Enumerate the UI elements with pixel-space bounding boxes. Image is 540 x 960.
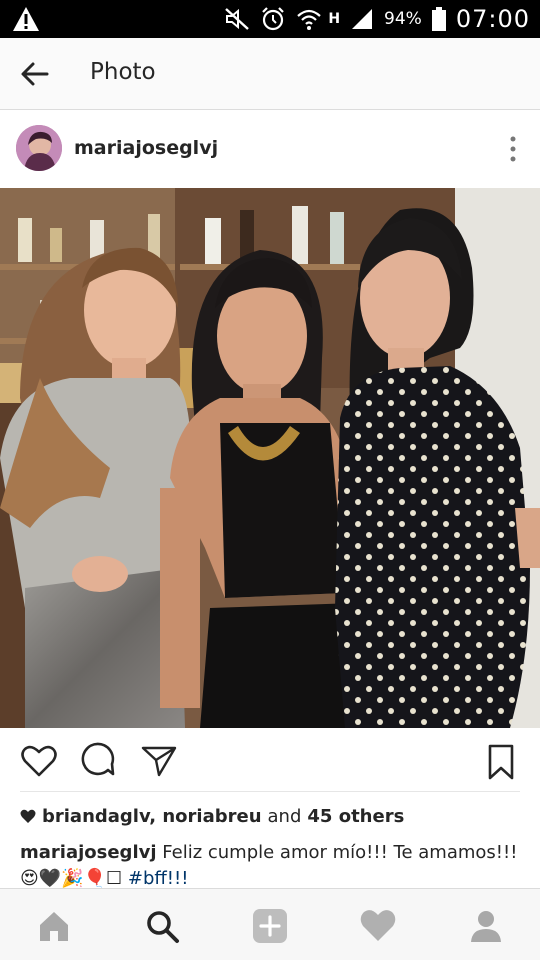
caption: mariajoseglvj Feliz cumple amor mío!!! T…: [20, 840, 525, 892]
battery-percent: 94%: [384, 9, 422, 29]
actions-divider: [20, 791, 520, 792]
alarm-icon: [262, 7, 285, 31]
caption-text: Feliz cumple amor mío!!! Te amamos!!!: [162, 842, 518, 863]
post-username[interactable]: mariajoseglvj: [74, 137, 218, 159]
status-clock: 07:00: [455, 5, 530, 33]
page-title: Photo: [90, 59, 156, 85]
heart-icon[interactable]: [19, 742, 59, 782]
wifi-icon: [297, 9, 322, 30]
comment-icon[interactable]: [79, 742, 119, 782]
caption-emojis: 😍🖤🎉🎈☐: [20, 868, 123, 889]
arrow-left-icon[interactable]: [18, 58, 52, 90]
vertical-dots-icon[interactable]: [506, 135, 520, 163]
profile-icon[interactable]: [466, 906, 506, 946]
home-icon[interactable]: [34, 906, 74, 946]
post-photo[interactable]: [0, 188, 540, 728]
likes-summary[interactable]: briandaglv, noriabreu and 45 others: [20, 806, 404, 827]
activity-heart-icon[interactable]: [358, 906, 398, 946]
battery-icon: [431, 7, 446, 31]
warning-icon: [13, 7, 39, 31]
avatar[interactable]: [16, 125, 62, 171]
post-header: mariajoseglvj: [0, 111, 540, 187]
app-bar: Photo: [0, 38, 540, 110]
network-type-label: H: [328, 11, 341, 27]
small-heart-icon: [20, 809, 36, 823]
post-actions: [0, 730, 540, 790]
status-bar: H 94% 07:00: [0, 0, 540, 38]
add-icon[interactable]: [250, 906, 290, 946]
bookmark-icon[interactable]: [481, 742, 521, 782]
mute-icon: [225, 8, 250, 30]
search-icon[interactable]: [142, 906, 182, 946]
likes-names[interactable]: briandaglv, noriabreu: [42, 806, 262, 827]
caption-hashtag[interactable]: #bff!!!: [128, 868, 189, 889]
likes-connector: and: [267, 806, 302, 827]
caption-username[interactable]: mariajoseglvj: [20, 842, 157, 863]
signal-icon: [352, 9, 373, 29]
likes-others[interactable]: 45 others: [307, 806, 404, 827]
send-icon[interactable]: [139, 742, 179, 782]
bottom-nav: [0, 888, 540, 960]
